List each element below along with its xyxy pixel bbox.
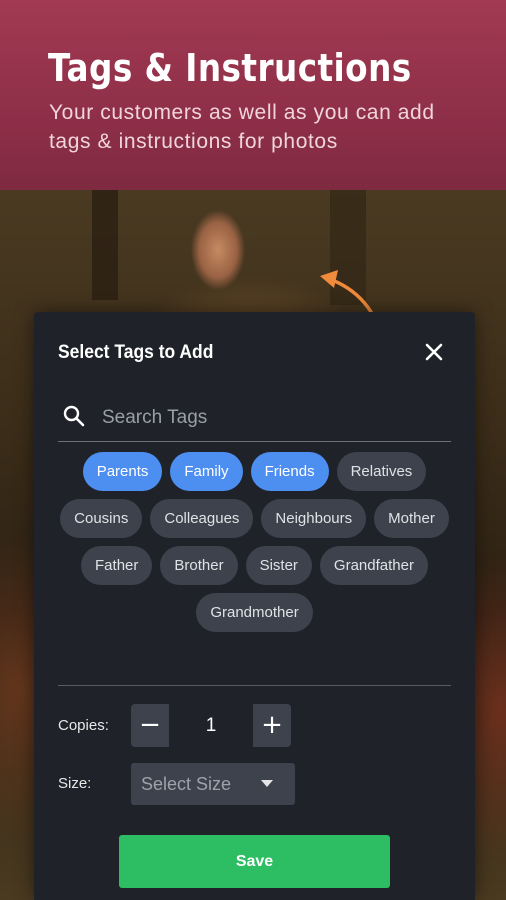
tag-chip[interactable]: Mother [374, 499, 449, 538]
tag-chip[interactable]: Family [170, 452, 243, 491]
photo-detail [92, 190, 118, 300]
tag-chip[interactable]: Father [81, 546, 153, 585]
tag-chip[interactable]: Friends [250, 452, 329, 491]
select-tags-dialog: Select Tags to Add Parents Family Friend… [34, 312, 475, 900]
tag-chip[interactable]: Neighbours [261, 499, 367, 538]
photo-subject [178, 190, 258, 320]
tag-chip[interactable]: Grandmother [196, 593, 313, 632]
copies-value[interactable]: 1 [169, 704, 253, 747]
banner-title: Tags & Instructions [48, 46, 412, 90]
close-icon[interactable] [420, 338, 448, 366]
banner-subtitle: Your customers as well as you can add ta… [49, 101, 435, 153]
copies-stepper: − 1 + [131, 704, 291, 747]
search-icon [63, 405, 85, 427]
decrement-button[interactable]: − [131, 704, 169, 747]
dialog-title: Select Tags to Add [58, 342, 214, 363]
copies-label: Copies: [58, 717, 109, 734]
search-bar [58, 396, 451, 442]
tag-chip[interactable]: Parents [82, 452, 163, 491]
size-select[interactable]: Select Size [131, 763, 295, 805]
tag-chip[interactable]: Cousins [60, 499, 143, 538]
size-label: Size: [58, 775, 92, 792]
divider [58, 685, 451, 686]
tag-list: Parents Family Friends Relatives Cousins… [54, 452, 455, 632]
tag-chip[interactable]: Grandfather [319, 546, 428, 585]
tag-chip[interactable]: Brother [160, 546, 238, 585]
save-button[interactable]: Save [119, 835, 390, 888]
search-input[interactable] [100, 402, 444, 434]
size-select-placeholder: Select Size [141, 774, 232, 794]
increment-button[interactable]: + [253, 704, 291, 747]
tag-chip[interactable]: Relatives [336, 452, 427, 491]
tag-chip[interactable]: Sister [245, 546, 312, 585]
caret-down-icon [261, 780, 273, 787]
header-banner: Tags & Instructions Your customers as we… [0, 0, 506, 190]
tag-chip[interactable]: Colleagues [150, 499, 254, 538]
